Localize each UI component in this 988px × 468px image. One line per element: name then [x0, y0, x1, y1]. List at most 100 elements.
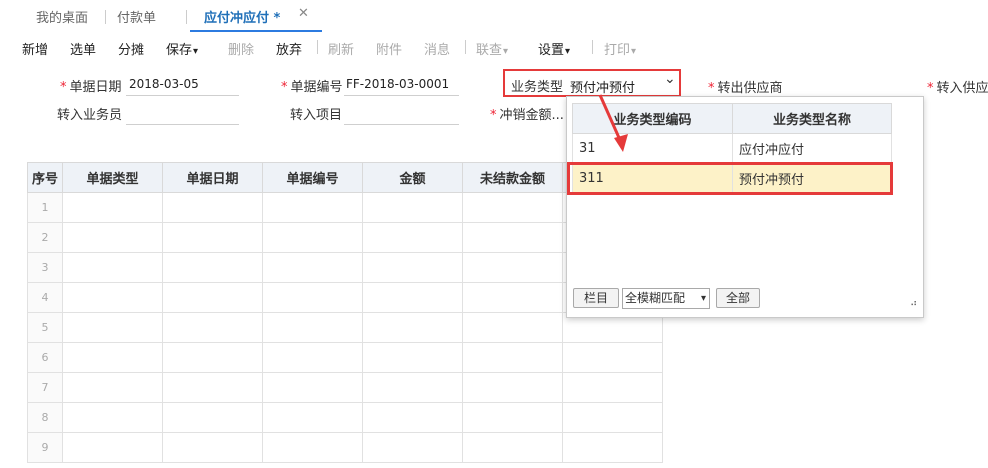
- toolbar-divider: [317, 40, 318, 54]
- delete-button[interactable]: 删除: [228, 39, 254, 58]
- table-cell[interactable]: [362, 252, 463, 283]
- table-cell[interactable]: [462, 282, 563, 313]
- table-cell[interactable]: [62, 252, 163, 283]
- all-button[interactable]: 全部: [716, 288, 760, 308]
- table-cell[interactable]: [262, 432, 363, 463]
- out-supplier-label: * 转出供应商: [708, 77, 783, 96]
- query-button[interactable]: 联查▾: [476, 39, 508, 58]
- table-cell[interactable]: [262, 252, 363, 283]
- table-cell[interactable]: [462, 312, 563, 343]
- table-cell[interactable]: [62, 282, 163, 313]
- table-cell[interactable]: [462, 192, 563, 223]
- table-cell[interactable]: [162, 282, 263, 313]
- column-header: 业务类型名称: [732, 103, 892, 134]
- table-cell[interactable]: [462, 342, 563, 373]
- tab-my-desktop[interactable]: 我的桌面: [36, 7, 88, 26]
- select-button[interactable]: 选单: [70, 39, 96, 58]
- print-button[interactable]: 打印▾: [604, 39, 636, 58]
- table-cell[interactable]: [62, 192, 163, 223]
- table-cell[interactable]: [262, 372, 363, 403]
- table-cell[interactable]: [62, 402, 163, 433]
- table-row[interactable]: 9: [27, 432, 663, 463]
- table-cell[interactable]: [362, 432, 463, 463]
- refresh-button[interactable]: 刷新: [328, 39, 354, 58]
- row-number: 9: [27, 432, 63, 463]
- table-cell[interactable]: [62, 312, 163, 343]
- column-header[interactable]: 未结款金额: [462, 162, 563, 193]
- row-number: 6: [27, 342, 63, 373]
- resize-grip-icon[interactable]: ⠴: [910, 298, 917, 309]
- columns-button[interactable]: 栏目: [573, 288, 619, 308]
- table-cell[interactable]: [62, 432, 163, 463]
- table-cell[interactable]: [362, 402, 463, 433]
- discard-button[interactable]: 放弃: [276, 39, 302, 58]
- field-underline: [344, 95, 459, 96]
- save-button[interactable]: 保存▾: [166, 39, 198, 58]
- table-cell[interactable]: [462, 222, 563, 253]
- match-mode-select[interactable]: 全模糊匹配 ▾: [622, 288, 710, 309]
- tab-close-icon[interactable]: ✕: [298, 6, 309, 21]
- table-cell[interactable]: [462, 402, 563, 433]
- table-cell[interactable]: [262, 342, 363, 373]
- chevron-down-icon[interactable]: ⌄: [664, 71, 676, 87]
- table-cell[interactable]: [362, 192, 463, 223]
- table-cell[interactable]: [62, 372, 163, 403]
- offset-amount-label-text: 冲销金额...: [499, 108, 564, 123]
- table-cell[interactable]: [362, 312, 463, 343]
- column-header[interactable]: 单据编号: [262, 162, 363, 193]
- table-cell[interactable]: [362, 372, 463, 403]
- tab-payment-bill[interactable]: 付款单: [117, 7, 156, 26]
- table-cell[interactable]: [162, 432, 263, 463]
- table-cell[interactable]: [162, 312, 263, 343]
- chevron-down-icon: ▾: [193, 46, 199, 57]
- table-cell[interactable]: [162, 222, 263, 253]
- row-number: 5: [27, 312, 63, 343]
- table-row[interactable]: 6: [27, 342, 663, 373]
- save-label: 保存: [166, 43, 193, 58]
- query-label: 联查: [476, 43, 503, 58]
- table-cell[interactable]: [462, 372, 563, 403]
- table-cell[interactable]: [262, 282, 363, 313]
- tab-payable-offset[interactable]: 应付冲应付 *: [204, 7, 280, 26]
- table-cell[interactable]: [162, 192, 263, 223]
- table-cell[interactable]: [362, 222, 463, 253]
- split-button[interactable]: 分摊: [118, 39, 144, 58]
- table-cell[interactable]: [62, 342, 163, 373]
- column-header[interactable]: 单据日期: [162, 162, 263, 193]
- table-cell[interactable]: [262, 402, 363, 433]
- table-cell[interactable]: [162, 372, 263, 403]
- table-cell[interactable]: [562, 342, 663, 373]
- field-underline: [126, 124, 239, 125]
- column-header[interactable]: 金额: [362, 162, 463, 193]
- row-number: 8: [27, 402, 63, 433]
- attachment-button[interactable]: 附件: [376, 39, 402, 58]
- chevron-down-icon: ▾: [503, 46, 509, 57]
- doc-date-field[interactable]: 2018-03-05: [129, 77, 199, 91]
- table-cell[interactable]: [562, 402, 663, 433]
- table-cell[interactable]: [162, 252, 263, 283]
- table-row[interactable]: 7: [27, 372, 663, 403]
- new-button[interactable]: 新增: [22, 39, 48, 58]
- required-mark: *: [708, 81, 715, 96]
- table-cell[interactable]: [162, 342, 263, 373]
- table-cell[interactable]: [262, 192, 363, 223]
- row-number: 4: [27, 282, 63, 313]
- table-cell[interactable]: [362, 282, 463, 313]
- in-supplier-label-text: 转入供应: [936, 81, 988, 96]
- table-cell[interactable]: [162, 402, 263, 433]
- message-button[interactable]: 消息: [424, 39, 450, 58]
- table-row[interactable]: 8: [27, 402, 663, 433]
- table-cell[interactable]: [362, 342, 463, 373]
- table-cell[interactable]: [562, 372, 663, 403]
- doc-no-field[interactable]: FF-2018-03-0001: [346, 77, 449, 91]
- table-cell[interactable]: [462, 432, 563, 463]
- column-header[interactable]: 单据类型: [62, 162, 163, 193]
- table-cell[interactable]: [562, 432, 663, 463]
- table-cell[interactable]: [262, 222, 363, 253]
- settings-button[interactable]: 设置▾: [538, 39, 570, 58]
- table-cell[interactable]: [462, 252, 563, 283]
- column-header[interactable]: 序号: [27, 162, 63, 193]
- match-mode-value: 全模糊匹配: [625, 291, 686, 305]
- table-cell[interactable]: [262, 312, 363, 343]
- table-cell[interactable]: [62, 222, 163, 253]
